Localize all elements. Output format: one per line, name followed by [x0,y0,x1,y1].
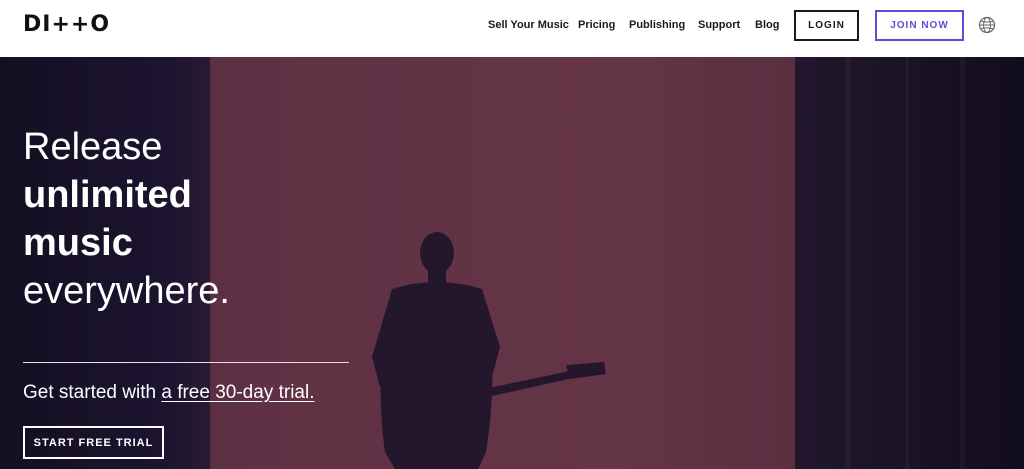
nav-sell-your-music[interactable]: Sell Your Music [488,19,569,31]
subtext-prefix: Get started with [23,382,162,403]
hero-headline: Release unlimited music everywhere. [23,123,230,315]
nav-publishing[interactable]: Publishing [629,19,685,31]
start-free-trial-button[interactable]: START FREE TRIAL [23,426,164,459]
nav-support[interactable]: Support [698,19,740,31]
login-button[interactable]: LOGIN [794,10,859,41]
headline-line-unlimited: unlimited [23,174,192,216]
headline-line-music: music [23,222,133,264]
free-trial-link[interactable]: a free 30-day trial. [161,382,314,403]
hero-subtext: Get started with a free 30-day trial. [23,382,314,404]
headline-line-everywhere: everywhere. [23,270,230,312]
headline-line-release: Release [23,126,163,168]
nav-pricing[interactable]: Pricing [578,19,615,31]
join-now-button[interactable]: JOIN NOW [875,10,964,41]
nav-blog[interactable]: Blog [755,19,779,31]
site-header: DI++O Sell Your Music Pricing Publishing… [0,0,1024,57]
hero-section: Release unlimited music everywhere. Get … [0,57,1024,469]
hero-divider [23,362,349,363]
globe-icon[interactable] [978,16,996,34]
ditto-logo[interactable]: DI++O [23,12,110,37]
